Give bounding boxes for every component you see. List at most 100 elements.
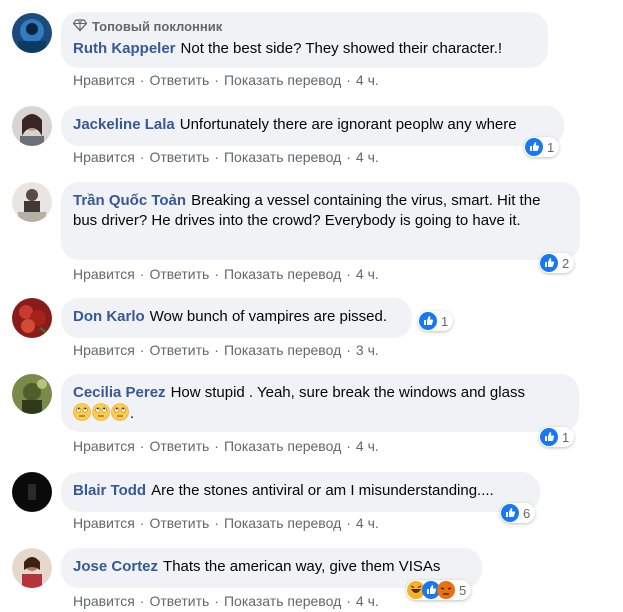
comment-text: Unfortunately there are ignorant peoplw … [179, 116, 517, 133]
comment-author[interactable]: Blair Todd [73, 482, 146, 499]
reply-link[interactable]: Ответить [149, 72, 209, 88]
comment-bubble: Trần Quốc Toản Breaking a vessel containi… [61, 182, 580, 260]
separator: · [214, 266, 219, 282]
comment-actions: Нравится · Ответить · Показать перевод · 4 ч. [73, 149, 379, 165]
reply-link[interactable]: Ответить [149, 342, 209, 358]
like-link[interactable]: Нравится [73, 593, 135, 609]
translate-link[interactable]: Показать перевод [224, 515, 341, 531]
comment-text: Thats the american way, give them VISAs [163, 558, 441, 575]
avatar[interactable] [12, 182, 52, 222]
top-fan-badge: Топовый поклонник [72, 18, 536, 36]
separator: · [346, 266, 351, 282]
avatar[interactable] [12, 472, 52, 512]
separator: · [346, 149, 351, 165]
comment-author[interactable]: Don Karlo [73, 308, 145, 325]
rolling-eyes-emoji-icon [111, 403, 129, 421]
translate-link[interactable]: Показать перевод [224, 149, 341, 165]
translate-link[interactable]: Показать перевод [224, 438, 341, 454]
separator: · [346, 438, 351, 454]
comment-author[interactable]: Ruth Kappeler [73, 40, 176, 57]
separator: · [214, 72, 219, 88]
separator: · [139, 266, 145, 282]
reaction-count-label: 5 [459, 582, 467, 598]
reaction-count-label: 2 [562, 255, 570, 271]
timestamp[interactable]: 4 ч. [356, 72, 379, 88]
separator: · [139, 149, 145, 165]
rolling-eyes-emoji-icon [92, 403, 110, 421]
avatar[interactable] [12, 13, 52, 53]
like-link[interactable]: Нравится [73, 266, 135, 282]
separator: · [214, 342, 219, 358]
reaction-count-label: 1 [441, 313, 449, 329]
comment-actions: Нравится · Ответить · Показать перевод · 4 ч. [73, 515, 379, 531]
timestamp[interactable]: 4 ч. [356, 593, 379, 609]
translate-link[interactable]: Показать перевод [224, 342, 341, 358]
separator: · [346, 593, 351, 609]
angry-reaction-icon [437, 581, 455, 599]
reaction-count-label: 1 [547, 139, 555, 155]
reaction-count[interactable]: 1 [539, 427, 575, 447]
comment-text: How stupid . Yeah, sure break the window… [170, 384, 525, 401]
reply-link[interactable]: Ответить [149, 149, 209, 165]
timestamp[interactable]: 4 ч. [356, 438, 379, 454]
comment-bubble: Don Karlo Wow bunch of vampires are pisse… [61, 298, 412, 338]
timestamp[interactable]: 3 ч. [356, 342, 379, 358]
comment-text: Not the best side? They showed their cha… [180, 40, 503, 57]
translate-link[interactable]: Показать перевод [224, 72, 341, 88]
rolling-eyes-emoji-icon [73, 403, 91, 421]
comment-actions: Нравится · Ответить · Показать перевод · 4 ч. [73, 438, 379, 454]
like-reaction-icon [540, 254, 558, 272]
separator: · [214, 438, 219, 454]
like-link[interactable]: Нравится [73, 342, 135, 358]
separator: · [139, 593, 145, 609]
separator: · [214, 149, 219, 165]
comment-text: Are the stones antiviral or am I misunde… [151, 482, 494, 499]
separator: · [214, 515, 219, 531]
avatar[interactable] [12, 106, 52, 146]
timestamp[interactable]: 4 ч. [356, 515, 379, 531]
comment-author[interactable]: Jackeline Lala [73, 116, 175, 133]
avatar[interactable] [12, 374, 52, 414]
reaction-count[interactable]: 5 [406, 580, 472, 600]
timestamp[interactable]: 4 ч. [356, 149, 379, 165]
reaction-count[interactable]: 1 [524, 137, 560, 157]
reply-link[interactable]: Ответить [149, 266, 209, 282]
like-link[interactable]: Нравится [73, 149, 135, 165]
comment-bubble: Blair Todd Are the stones antiviral or am… [61, 472, 540, 512]
reaction-count-label: 6 [523, 505, 531, 521]
reply-link[interactable]: Ответить [149, 593, 209, 609]
avatar[interactable] [12, 548, 52, 588]
like-link[interactable]: Нравится [73, 438, 135, 454]
translate-link[interactable]: Показать перевод [224, 593, 341, 609]
avatar[interactable] [12, 298, 52, 338]
comment-text-end: . [130, 405, 135, 422]
reaction-count-label: 1 [562, 429, 570, 445]
badge-label: Топовый поклонник [92, 19, 223, 34]
comment-bubble: Cecilia Perez How stupid . Yeah, sure bre… [61, 374, 579, 432]
like-link[interactable]: Нравится [73, 515, 135, 531]
like-link[interactable]: Нравится [73, 72, 135, 88]
reaction-count[interactable]: 1 [418, 311, 454, 331]
separator: · [214, 593, 219, 609]
comment-text: Wow bunch of vampires are pissed. [149, 308, 388, 325]
separator: · [346, 342, 351, 358]
reaction-count[interactable]: 6 [500, 503, 536, 523]
comment-bubble: Топовый поклонник Ruth Kappeler Not the b… [61, 12, 548, 68]
separator: · [139, 515, 145, 531]
like-reaction-icon [540, 428, 558, 446]
like-reaction-icon [501, 504, 519, 522]
comment-author[interactable]: Jose Cortez [73, 558, 158, 575]
comment-actions: Нравится · Ответить · Показать перевод · 4 ч. [73, 593, 379, 609]
comment-actions: Нравится · Ответить · Показать перевод · 3 ч. [73, 342, 379, 358]
timestamp[interactable]: 4 ч. [356, 266, 379, 282]
reply-link[interactable]: Ответить [149, 438, 209, 454]
separator: · [346, 515, 351, 531]
comment-actions: Нравится · Ответить · Показать перевод · 4 ч. [73, 266, 379, 282]
reaction-count[interactable]: 2 [539, 253, 575, 273]
translate-link[interactable]: Показать перевод [224, 266, 341, 282]
separator: · [346, 72, 351, 88]
comment-author[interactable]: Trần Quốc Toản [73, 192, 186, 209]
comment-author[interactable]: Cecilia Perez [73, 384, 166, 401]
reply-link[interactable]: Ответить [149, 515, 209, 531]
separator: · [139, 342, 145, 358]
